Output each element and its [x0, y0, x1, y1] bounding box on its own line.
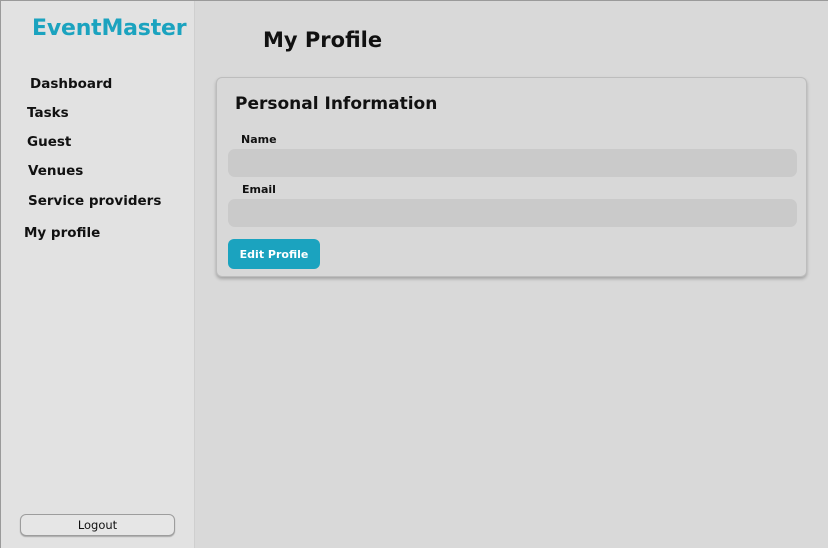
sidebar-item-service-providers[interactable]: Service providers: [28, 193, 161, 209]
sidebar-item-dashboard[interactable]: Dashboard: [30, 76, 112, 92]
personal-information-card: Personal Information Name Email Edit Pro…: [216, 77, 807, 277]
brand-logo: EventMaster: [32, 16, 187, 41]
card-title: Personal Information: [235, 94, 438, 114]
page-title: My Profile: [263, 28, 383, 52]
edit-profile-button[interactable]: Edit Profile: [228, 239, 320, 269]
sidebar-item-tasks[interactable]: Tasks: [27, 105, 69, 121]
logout-button[interactable]: Logout: [20, 514, 175, 536]
name-label: Name: [241, 133, 277, 146]
sidebar-item-guest[interactable]: Guest: [27, 134, 71, 150]
email-label: Email: [242, 183, 276, 196]
email-field[interactable]: [228, 199, 797, 227]
sidebar-item-venues[interactable]: Venues: [28, 163, 83, 179]
name-field[interactable]: [228, 149, 797, 177]
sidebar: EventMaster Dashboard Tasks Guest Venues…: [1, 1, 195, 548]
app-window: EventMaster Dashboard Tasks Guest Venues…: [0, 0, 828, 548]
sidebar-item-my-profile[interactable]: My profile: [24, 225, 100, 241]
